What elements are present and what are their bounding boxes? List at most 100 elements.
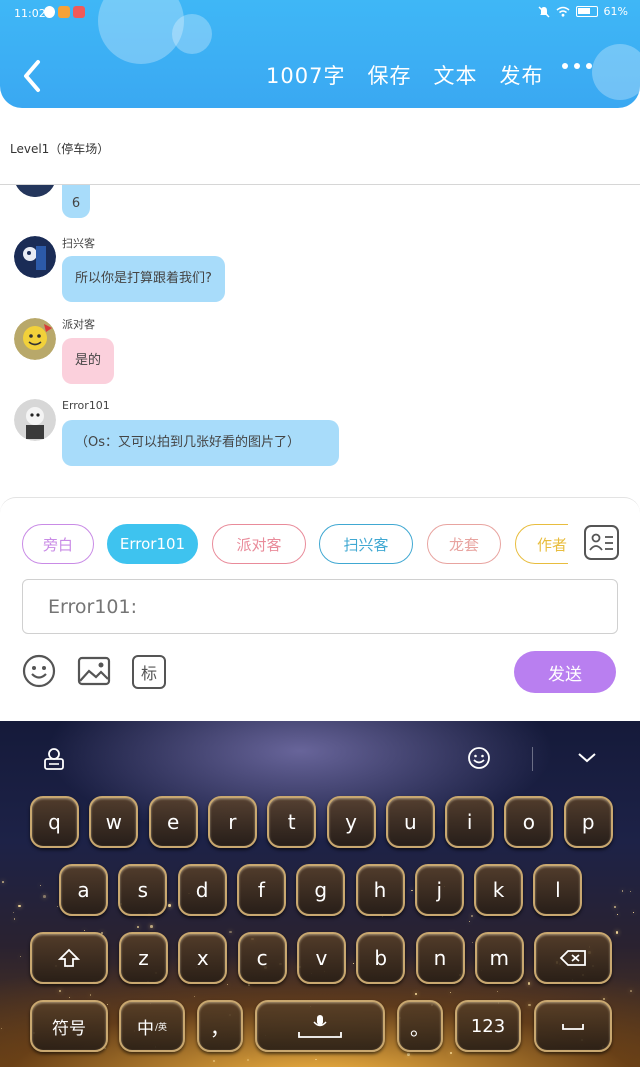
backspace-key[interactable] [534,932,612,984]
sparkle [2,881,4,883]
sparkle [248,984,251,987]
message-input[interactable] [22,579,618,634]
key-z[interactable]: z [119,932,168,984]
publish-button[interactable]: 发布 [499,60,543,90]
avatar[interactable] [14,399,56,441]
key-j[interactable]: j [414,864,464,916]
header-actions: 1007字 保存 文本 发布 [266,60,543,90]
back-button[interactable] [18,58,48,94]
key-r[interactable]: r [207,796,257,848]
key-k[interactable]: k [474,864,524,916]
sparkle [20,956,22,958]
period-key[interactable]: 。 [397,1000,443,1052]
symbols-key[interactable]: 符号 [30,1000,108,1052]
message-bubble[interactable]: （Os：又可以拍到几张好看的图片了） [62,420,339,466]
numbers-key[interactable]: 123 [455,1000,521,1052]
sparkle [411,889,413,892]
space-key[interactable] [255,1000,385,1052]
character-selector[interactable]: 旁白 Error101 派对客 扫兴客 龙套 作者 [20,524,568,566]
key-c[interactable]: c [237,932,287,984]
key-h[interactable]: h [355,864,405,916]
key-a[interactable]: a [59,864,108,916]
character-chip[interactable]: 龙套 [427,524,501,564]
sparkle [194,996,195,998]
key-f[interactable]: f [236,864,286,916]
sparkle [621,890,623,892]
sparkle [616,913,618,915]
character-list-button[interactable] [584,525,619,560]
character-chip[interactable]: 扫兴客 [319,524,413,564]
message-bubble[interactable]: 6 [62,185,90,218]
sparkle [496,990,499,993]
compose-panel: 旁白 Error101 派对客 扫兴客 龙套 作者 标 发送 [0,497,640,721]
key-b[interactable]: b [356,932,406,984]
comma-key[interactable]: ， [197,1000,243,1052]
avatar[interactable] [14,318,56,360]
chapter-title[interactable]: Level1（停车场） [10,140,109,157]
key-u[interactable]: u [385,796,435,848]
sparkle [43,895,47,898]
keyboard: q w e r t y u i o p a s d f g h j k l z x c v b n m 符号中/英， 。 123 [0,721,640,1067]
avatar[interactable] [14,185,56,197]
key-l[interactable]: l [533,864,583,916]
sparkle [213,1059,216,1062]
sparkle [527,982,531,986]
key-t[interactable]: t [267,796,317,848]
send-button[interactable]: 发送 [514,651,616,693]
sparkle [150,925,153,928]
sparkle [168,904,171,907]
key-m[interactable]: m [474,932,524,984]
emoji-button[interactable] [22,654,56,688]
character-chip[interactable]: 作者 [515,524,568,564]
decor-bubble [592,44,640,100]
sparkle [615,931,619,934]
avatar[interactable] [14,236,56,278]
keyboard-emoji-icon[interactable] [467,746,491,770]
key-s[interactable]: s [118,864,168,916]
message-bubble[interactable]: 是的 [62,338,115,384]
text-button[interactable]: 文本 [433,60,477,90]
key-y[interactable]: y [326,796,376,848]
wifi-icon [556,6,570,17]
character-chip[interactable]: 派对客 [212,524,306,564]
chapter-bar: Level1（停车场） [0,110,640,185]
more-options-button[interactable] [562,63,592,69]
key-e[interactable]: e [148,796,198,848]
key-x[interactable]: x [178,932,228,984]
enter-icon [562,1024,584,1030]
keyboard-settings-icon[interactable] [42,747,66,771]
sparkle [629,890,632,893]
shift-key[interactable] [30,932,108,984]
dot-icon [562,63,568,69]
sparkle [59,990,62,993]
sparkle [89,994,92,996]
key-i[interactable]: i [445,796,495,848]
save-button[interactable]: 保存 [367,60,411,90]
key-w[interactable]: w [89,796,139,848]
sparkle [228,930,232,934]
sparkle [415,993,417,995]
message-bubble[interactable]: 所以你是打算跟着我们? [62,256,225,302]
sparkle [57,906,59,908]
enter-key[interactable] [534,1000,612,1052]
collapse-keyboard-icon[interactable] [576,751,598,765]
sender-name: 派对客 [62,318,95,331]
shift-icon [58,948,80,967]
status-bar: 11:02 61% [0,0,640,28]
language-key[interactable]: 中/英 [119,1000,185,1052]
character-chip[interactable]: 旁白 [22,524,94,564]
key-g[interactable]: g [296,864,346,916]
key-d[interactable]: d [177,864,227,916]
key-q[interactable]: q [30,796,79,848]
mark-button[interactable]: 标 [132,655,166,689]
chat-list[interactable]: 6 扫兴客 所以你是打算跟着我们? 派对客 是的 Error101 （Os：又可… [0,185,640,497]
key-n[interactable]: n [415,932,465,984]
key-v[interactable]: v [296,932,346,984]
character-chip-selected[interactable]: Error101 [107,524,198,564]
app-notification-icon [73,6,85,18]
image-button[interactable] [77,654,111,688]
sparkle [450,1052,453,1055]
sender-name: Error101 [62,399,110,412]
key-o[interactable]: o [504,796,554,848]
key-p[interactable]: p [563,796,613,848]
